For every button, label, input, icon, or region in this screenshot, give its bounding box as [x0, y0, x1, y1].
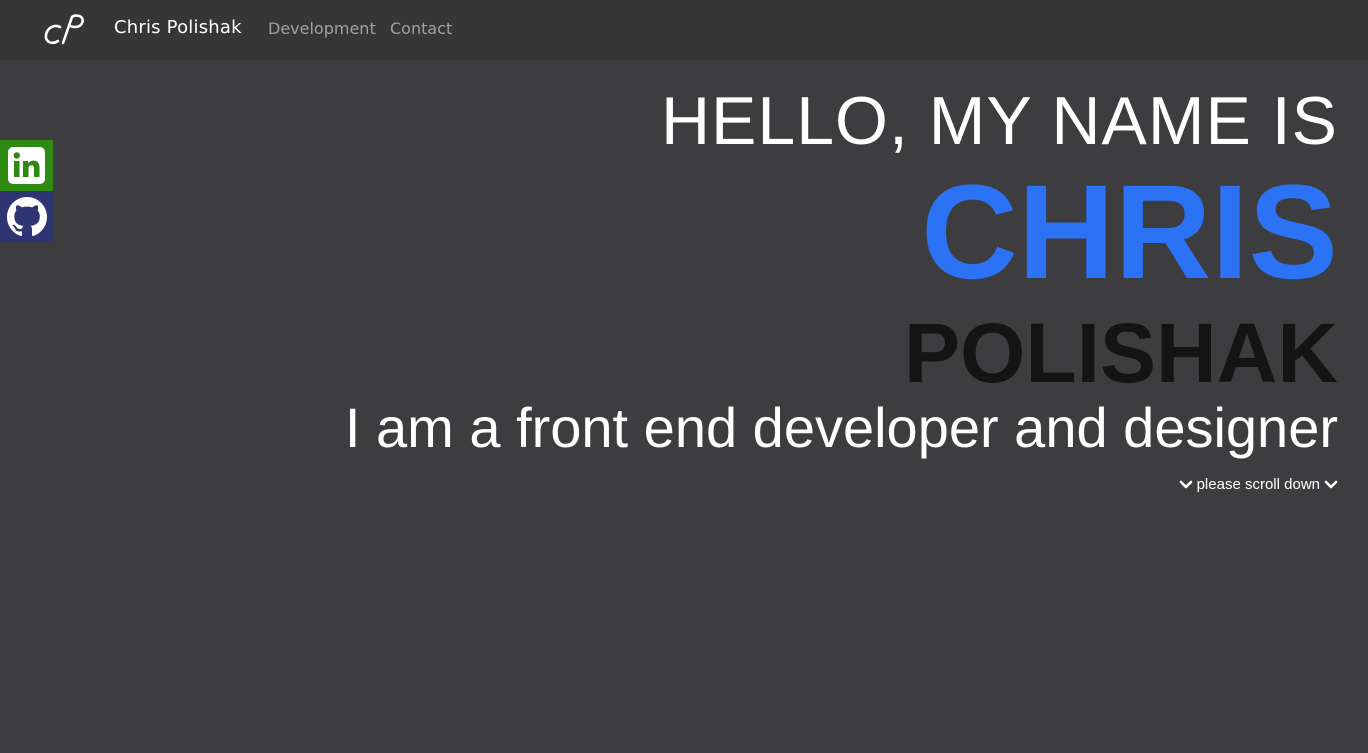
- github-button[interactable]: [0, 191, 53, 242]
- scroll-hint[interactable]: please scroll down: [1179, 476, 1338, 493]
- brand-name[interactable]: Chris Polishak: [114, 17, 242, 38]
- chevron-down-icon: [1179, 480, 1192, 488]
- linkedin-button[interactable]: [0, 140, 53, 191]
- linkedin-icon: [8, 147, 45, 184]
- nav-link-contact[interactable]: Contact: [390, 19, 452, 38]
- hero-greeting: HELLO, MY NAME IS: [660, 83, 1338, 159]
- nav-link-development[interactable]: Development: [268, 19, 376, 38]
- github-icon: [6, 196, 47, 236]
- brand-logo-icon[interactable]: [44, 14, 84, 45]
- hero-tagline: I am a front end developer and designer: [344, 396, 1338, 459]
- navbar: Chris Polishak Development Contact: [0, 0, 1368, 58]
- hero-first-name: CHRIS: [921, 158, 1338, 307]
- scroll-hint-label: please scroll down: [1196, 476, 1320, 493]
- chevron-down-icon: [1324, 480, 1338, 488]
- hero-last-name: POLISHAK: [903, 306, 1338, 400]
